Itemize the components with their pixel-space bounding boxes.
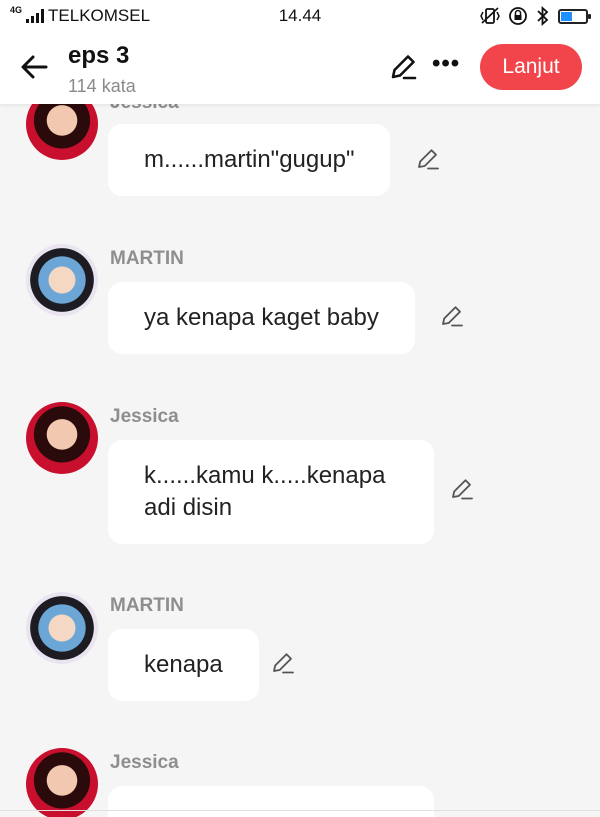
edit-message-icon[interactable] bbox=[439, 303, 465, 329]
avatar-martin[interactable] bbox=[26, 592, 98, 664]
message-bubble[interactable]: k......kamu k.....kenapa adi disin bbox=[108, 440, 434, 544]
message-bubble[interactable]: m......martin"gugup" bbox=[108, 124, 391, 196]
bluetooth-icon bbox=[537, 6, 549, 26]
chat-list[interactable]: Jessica m......martin"gugup" MARTIN ya k… bbox=[0, 104, 600, 817]
avatar-jessica[interactable] bbox=[26, 748, 98, 817]
message-bubble[interactable]: ya kenapa kaget baby bbox=[108, 282, 415, 354]
sender-name: Jessica bbox=[110, 752, 179, 773]
word-count: 114 kata bbox=[68, 76, 136, 96]
avatar-jessica[interactable] bbox=[26, 104, 98, 160]
avatar-jessica[interactable] bbox=[26, 402, 98, 474]
episode-title: eps 3 bbox=[68, 42, 130, 69]
signal-icon bbox=[26, 9, 45, 23]
vibrate-icon bbox=[480, 7, 500, 24]
sender-name: Jessica bbox=[110, 104, 179, 114]
divider bbox=[0, 810, 600, 811]
sender-name: Jessica bbox=[110, 406, 179, 427]
status-bar: 4G TELKOMSEL 14.44 bbox=[0, 0, 600, 32]
sender-name: MARTIN bbox=[110, 248, 184, 269]
signal-area: 4G TELKOMSEL bbox=[10, 5, 151, 26]
network-type: 4G bbox=[10, 5, 23, 15]
edit-message-icon[interactable] bbox=[415, 146, 441, 172]
edit-pencil-icon[interactable] bbox=[388, 52, 418, 82]
edit-message-icon[interactable] bbox=[449, 476, 475, 502]
message-bubble[interactable] bbox=[108, 786, 434, 817]
status-icons bbox=[480, 6, 591, 26]
message-bubble[interactable]: kenapa bbox=[108, 629, 259, 701]
battery-icon bbox=[558, 8, 591, 24]
next-button[interactable]: Lanjut bbox=[480, 44, 582, 90]
avatar-martin[interactable] bbox=[26, 244, 98, 316]
carrier-name: TELKOMSEL bbox=[48, 6, 151, 25]
more-options-icon[interactable]: ••• bbox=[432, 50, 460, 78]
episode-header: eps 3 114 kata ••• Lanjut bbox=[0, 32, 600, 104]
sender-name: MARTIN bbox=[110, 595, 184, 616]
rotation-lock-icon bbox=[509, 7, 527, 25]
edit-message-icon[interactable] bbox=[270, 650, 296, 676]
back-arrow-icon[interactable] bbox=[18, 50, 52, 84]
